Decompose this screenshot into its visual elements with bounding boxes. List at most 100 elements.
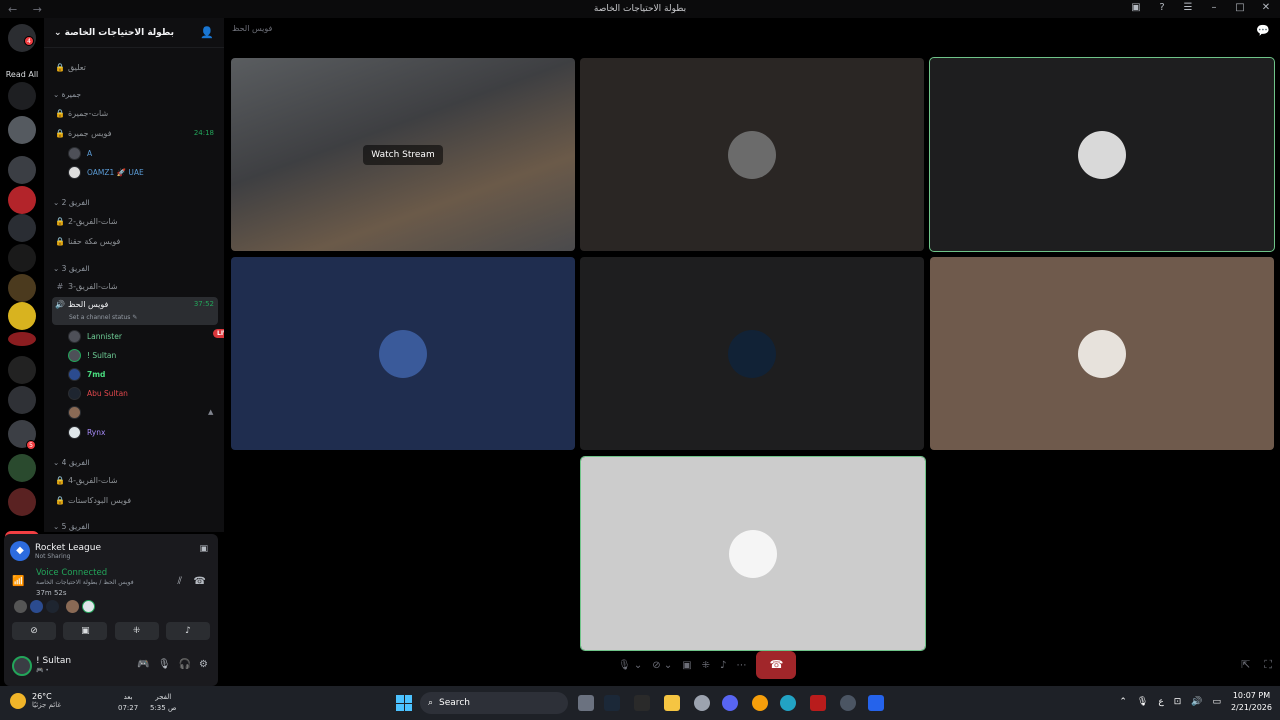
fullscreen-icon[interactable]: ⛶ bbox=[1264, 658, 1272, 672]
signal-icon[interactable]: 📶 bbox=[12, 576, 24, 587]
battery-icon[interactable]: ▭ bbox=[1212, 697, 1221, 707]
windows-start-icon[interactable] bbox=[396, 695, 412, 711]
voice-member[interactable]: A bbox=[68, 145, 92, 161]
network-icon[interactable]: ⊡ bbox=[1174, 697, 1182, 707]
channel-status[interactable]: Set a channel status ✎ bbox=[69, 314, 137, 321]
epic-games-icon[interactable] bbox=[634, 695, 650, 711]
microphone-icon[interactable]: 🎙 ⌄ bbox=[618, 660, 642, 671]
headphones-icon[interactable]: 🎧 bbox=[179, 659, 191, 670]
controller-icon[interactable]: 🎮 bbox=[137, 659, 149, 670]
voice-member[interactable]: Rynx bbox=[68, 424, 105, 440]
server-name[interactable]: بطولة الاحتياجات الخاصة ⌄ bbox=[54, 28, 174, 38]
volume-icon[interactable]: 🔊 bbox=[1191, 697, 1202, 707]
prayer-widget[interactable]: الفجر 5:35 ص bbox=[150, 692, 176, 714]
server-icon[interactable] bbox=[8, 244, 36, 272]
stream-tile[interactable]: Watch Stream bbox=[231, 58, 575, 251]
participant-tile[interactable] bbox=[580, 58, 924, 251]
screen-share-icon[interactable]: ▣ bbox=[682, 660, 691, 671]
popout-icon[interactable]: ⇱ bbox=[1241, 658, 1250, 672]
text-channel[interactable]: 🔒 شات-الفريق-2 bbox=[52, 212, 218, 230]
participant-tile[interactable] bbox=[231, 257, 575, 450]
camera-off-icon[interactable]: ⊘ bbox=[12, 622, 56, 640]
server-icon[interactable] bbox=[8, 116, 36, 144]
server-icon[interactable] bbox=[8, 356, 36, 384]
weather-widget[interactable]: 26°C غائم جزئيًا bbox=[10, 692, 61, 709]
text-channel[interactable]: 🔒 تعليق bbox=[52, 58, 218, 76]
voice-channel[interactable]: 🔒 فويس جميرة 24:18 bbox=[52, 124, 218, 142]
add-member-icon[interactable]: 👤 bbox=[200, 26, 214, 39]
rocket-league-icon[interactable] bbox=[868, 695, 884, 711]
inbox-icon[interactable]: ☰ bbox=[1182, 2, 1194, 13]
soundboard-icon[interactable]: ♪ bbox=[165, 622, 210, 640]
steam-icon[interactable] bbox=[604, 695, 620, 711]
category-header[interactable]: الفريق 4 ⌄ bbox=[53, 458, 89, 467]
voice-channel-path[interactable]: فويس الحظ / بطولة الاحتياجات الخاصة bbox=[36, 579, 134, 586]
microphone-icon[interactable]: 🎙 bbox=[1137, 697, 1148, 707]
server-icon[interactable] bbox=[8, 488, 36, 516]
taskbar-search[interactable]: ⌕ Search bbox=[420, 692, 568, 714]
help-icon[interactable]: ? bbox=[1156, 2, 1168, 13]
voice-member[interactable]: ▲ bbox=[68, 404, 220, 420]
prayer-widget[interactable]: بعد 07:27 bbox=[118, 692, 138, 714]
file-explorer-icon[interactable] bbox=[664, 695, 680, 711]
activities-icon[interactable]: ⁜ bbox=[114, 622, 159, 640]
share-screen-icon[interactable]: ▣ bbox=[199, 544, 208, 554]
chevron-up-icon[interactable]: ⌃ bbox=[1119, 697, 1127, 707]
text-channel[interactable]: # شات-الفريق-3 bbox=[52, 277, 218, 295]
maximize-button[interactable]: □ bbox=[1234, 2, 1246, 13]
microphone-icon[interactable]: 🎙 bbox=[158, 659, 171, 670]
voice-member[interactable]: OAMZ1 🚀 UAE bbox=[68, 164, 144, 180]
read-all-button[interactable]: Read All bbox=[2, 70, 42, 79]
server-icon[interactable] bbox=[8, 82, 36, 110]
app-icon[interactable] bbox=[840, 695, 856, 711]
server-icon[interactable] bbox=[8, 274, 36, 302]
voice-channel[interactable]: 🔒 فويس مكة حقنا bbox=[52, 232, 218, 250]
settings-icon[interactable] bbox=[694, 695, 710, 711]
participant-tile-speaking[interactable] bbox=[929, 57, 1275, 252]
participant-tile-speaking[interactable] bbox=[580, 456, 926, 651]
server-icon[interactable] bbox=[8, 186, 36, 214]
category-header[interactable]: الفريق 3 ⌄ bbox=[53, 264, 89, 273]
edge-icon[interactable] bbox=[780, 695, 796, 711]
discord-icon[interactable] bbox=[722, 695, 738, 711]
camera-off-icon[interactable]: ⊘ ⌄ bbox=[652, 660, 672, 671]
screen-share-icon[interactable]: ▣ bbox=[1130, 2, 1142, 13]
category-header[interactable]: جميرة ⌄ bbox=[53, 90, 81, 99]
close-button[interactable]: ✕ bbox=[1260, 2, 1272, 13]
voice-member[interactable]: ! Sultan bbox=[68, 347, 116, 363]
current-user[interactable]: ! Sultan 🎮 • 🎮 🎙 🎧 ⚙ bbox=[10, 654, 212, 680]
disconnect-button[interactable]: ☎ bbox=[756, 651, 797, 679]
app-icon[interactable] bbox=[752, 695, 768, 711]
voice-channel[interactable]: 🔒 فويس البودكاستات bbox=[52, 491, 218, 509]
server-icon[interactable] bbox=[8, 214, 36, 242]
chat-icon[interactable]: 💬 bbox=[1256, 24, 1270, 37]
voice-channel-active[interactable]: 🔊 فويس الحظ 37:52 Set a channel status ✎ bbox=[52, 297, 218, 325]
language-indicator[interactable]: ع bbox=[1158, 697, 1163, 707]
category-header[interactable]: الفريق 5 ⌄ bbox=[53, 522, 89, 531]
server-header[interactable]: بطولة الاحتياجات الخاصة ⌄ 👤 bbox=[44, 18, 224, 48]
server-icon[interactable] bbox=[8, 156, 36, 184]
screen-share-icon[interactable]: ▣ bbox=[63, 622, 108, 640]
disconnect-icon[interactable]: ☎ bbox=[194, 576, 206, 587]
noise-suppression-icon[interactable]: ⫽ bbox=[178, 576, 182, 587]
more-options-icon[interactable]: ⋯ bbox=[736, 660, 746, 671]
category-header[interactable]: الفريق 2 ⌄ bbox=[53, 198, 89, 207]
voice-member[interactable]: 7md bbox=[68, 366, 105, 382]
clock[interactable]: 10:07 PM 2/21/2026 bbox=[1231, 690, 1272, 714]
participant-tile[interactable] bbox=[580, 257, 924, 450]
server-folder-icon[interactable] bbox=[8, 454, 36, 482]
watch-stream-button[interactable]: Watch Stream bbox=[363, 144, 443, 165]
server-icon[interactable] bbox=[8, 332, 36, 346]
activities-icon[interactable]: ⁜ bbox=[702, 660, 710, 671]
server-folder-icon[interactable] bbox=[8, 386, 36, 414]
server-icon[interactable] bbox=[8, 302, 36, 330]
minimize-button[interactable]: – bbox=[1208, 2, 1220, 13]
voice-connected-label[interactable]: Voice Connected bbox=[36, 568, 107, 578]
soundboard-icon[interactable]: ♪ bbox=[720, 660, 726, 671]
voice-member[interactable]: Abu Sultan bbox=[68, 385, 128, 401]
text-channel[interactable]: 🔒 شات-الفريق-4 bbox=[52, 471, 218, 489]
voice-member[interactable]: LannisterLIVE bbox=[68, 328, 224, 344]
participant-tile[interactable] bbox=[930, 257, 1274, 450]
app-icon[interactable] bbox=[810, 695, 826, 711]
text-channel[interactable]: 🔒 شات-جميرة bbox=[52, 104, 218, 122]
